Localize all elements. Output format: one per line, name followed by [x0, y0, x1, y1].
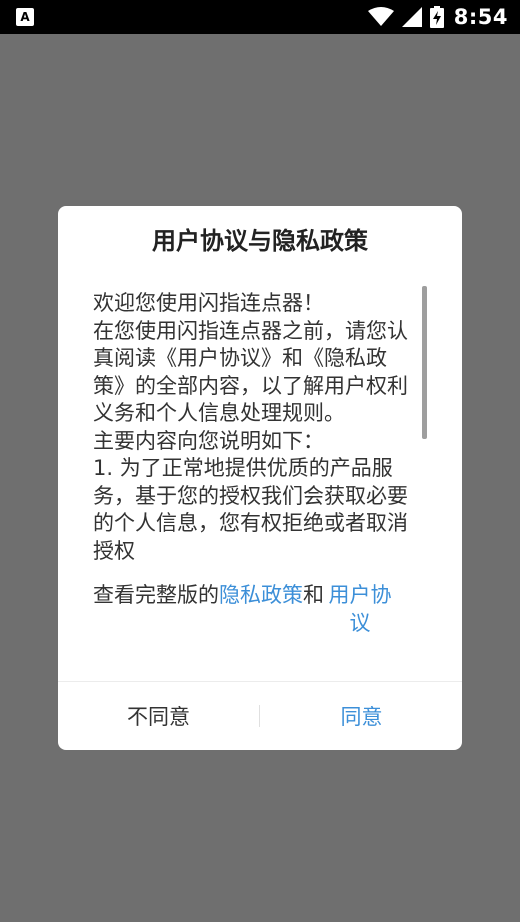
status-bar: A 8:54	[0, 0, 520, 34]
body-line: 在您使用闪指连点器之前，请您认真阅读《用户协议》和《隐私政策》的全部内容，以了解…	[93, 318, 408, 426]
agree-button[interactable]: 同意	[261, 682, 462, 750]
privacy-policy-link[interactable]: 隐私政策	[219, 582, 303, 610]
disagree-button[interactable]: 不同意	[58, 682, 259, 750]
app-notification-icon: A	[16, 8, 34, 26]
privacy-dialog: 用户协议与隐私政策 欢迎您使用闪指连点器！ 在您使用闪指连点器之前，请您认真阅读…	[58, 206, 462, 750]
body-line: 欢迎您使用闪指连点器！	[93, 291, 324, 315]
battery-charging-icon	[429, 6, 444, 28]
scrollbar[interactable]	[422, 286, 427, 439]
button-separator	[259, 705, 260, 727]
conjunction: 和	[303, 583, 324, 607]
signal-icon	[401, 7, 422, 27]
body-line: 1. 为了正常地提供优质的产品服务，基于您的授权我们会获取必要的个人信息，您有权…	[93, 456, 408, 563]
dialog-title: 用户协议与隐私政策	[152, 227, 368, 255]
dialog-body-scroll[interactable]: 欢迎您使用闪指连点器！ 在您使用闪指连点器之前，请您认真阅读《用户协议》和《隐私…	[93, 290, 417, 570]
view-full-prefix: 查看完整版的	[93, 583, 219, 607]
wifi-icon	[367, 7, 394, 26]
view-full-policy: 查看完整版的 隐私政策和用户协议	[93, 582, 423, 637]
status-icons: 8:54	[367, 0, 508, 34]
body-line: 主要内容向您说明如下：	[93, 428, 324, 453]
status-time: 8:54	[453, 5, 508, 29]
user-agreement-link[interactable]: 用户协议	[324, 582, 396, 637]
